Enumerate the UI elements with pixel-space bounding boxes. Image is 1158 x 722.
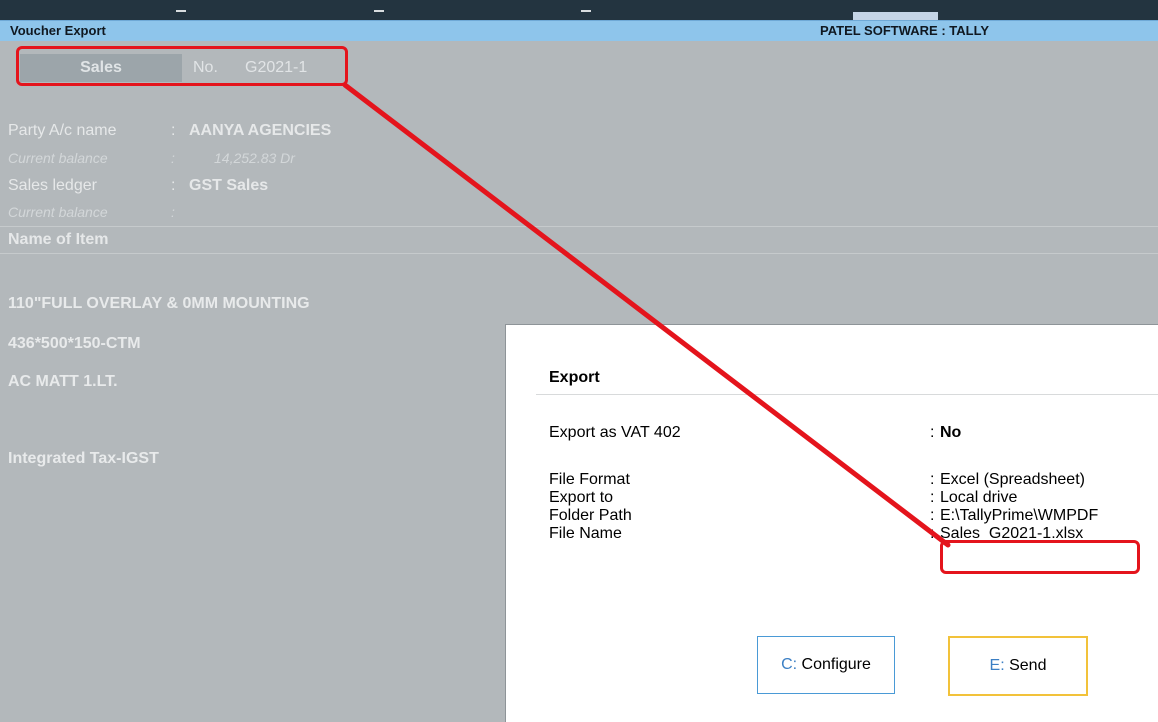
menu-underline-mark bbox=[581, 10, 591, 12]
colon: : bbox=[930, 471, 935, 488]
ledger-balance-label: Current balance bbox=[8, 204, 108, 220]
party-balance-value: 14,252.83 Dr bbox=[214, 150, 295, 166]
menu-active-tab[interactable] bbox=[853, 12, 938, 20]
colon: : bbox=[930, 424, 935, 441]
export-to-value[interactable]: Local drive bbox=[940, 489, 1017, 507]
title-bar: Voucher Export PATEL SOFTWARE : TALLY bbox=[0, 20, 1158, 41]
party-label: Party A/c name bbox=[8, 122, 117, 139]
item-row[interactable]: 110"FULL OVERLAY & 0MM MOUNTING bbox=[8, 295, 310, 313]
colon: : bbox=[171, 204, 175, 220]
configure-label: Configure bbox=[801, 656, 871, 673]
configure-button[interactable]: C: Configure bbox=[757, 636, 895, 694]
colon: : bbox=[930, 489, 935, 506]
company-name: PATEL SOFTWARE : TALLY bbox=[820, 23, 989, 38]
item-row[interactable]: 436*500*150-CTM bbox=[8, 335, 141, 353]
dialog-divider bbox=[536, 394, 1158, 395]
colon: : bbox=[171, 150, 175, 166]
sales-ledger-value[interactable]: GST Sales bbox=[189, 177, 268, 195]
folder-path-value[interactable]: E:\TallyPrime\WMPDF bbox=[940, 507, 1098, 525]
sales-ledger-label: Sales ledger bbox=[8, 177, 97, 194]
colon: : bbox=[930, 507, 935, 524]
colon: : bbox=[171, 122, 176, 139]
tax-ledger-row[interactable]: Integrated Tax-IGST bbox=[8, 450, 159, 468]
send-shortcut: E: bbox=[989, 657, 1005, 674]
colon: : bbox=[171, 177, 176, 194]
vat-value[interactable]: No bbox=[940, 424, 961, 442]
annotation-box-filename bbox=[940, 540, 1140, 574]
file-name-label: File Name bbox=[549, 525, 622, 542]
send-label: Send bbox=[1009, 657, 1047, 674]
file-format-value[interactable]: Excel (Spreadsheet) bbox=[940, 471, 1085, 489]
dialog-title: Export bbox=[549, 369, 600, 386]
vat-label: Export as VAT 402 bbox=[549, 424, 681, 441]
divider bbox=[0, 253, 1158, 254]
top-menu-bar bbox=[0, 0, 1158, 20]
folder-path-label: Folder Path bbox=[549, 507, 632, 524]
configure-shortcut: C: bbox=[781, 656, 798, 673]
items-column-header: Name of Item bbox=[8, 231, 109, 248]
party-balance-label: Current balance bbox=[8, 150, 108, 166]
send-button[interactable]: E: Send bbox=[948, 636, 1088, 696]
colon: : bbox=[930, 525, 935, 542]
file-format-label: File Format bbox=[549, 471, 630, 488]
export-to-label: Export to bbox=[549, 489, 614, 506]
menu-underline-mark bbox=[374, 10, 384, 12]
divider bbox=[0, 226, 1158, 227]
window-title: Voucher Export bbox=[10, 23, 106, 38]
party-value[interactable]: AANYA AGENCIES bbox=[189, 122, 331, 140]
menu-underline-mark bbox=[176, 10, 186, 12]
export-dialog: Export Export as VAT 402 : No File Forma… bbox=[505, 324, 1158, 722]
annotation-box-voucher bbox=[16, 46, 348, 86]
item-row[interactable]: AC MATT 1.LT. bbox=[8, 373, 118, 391]
